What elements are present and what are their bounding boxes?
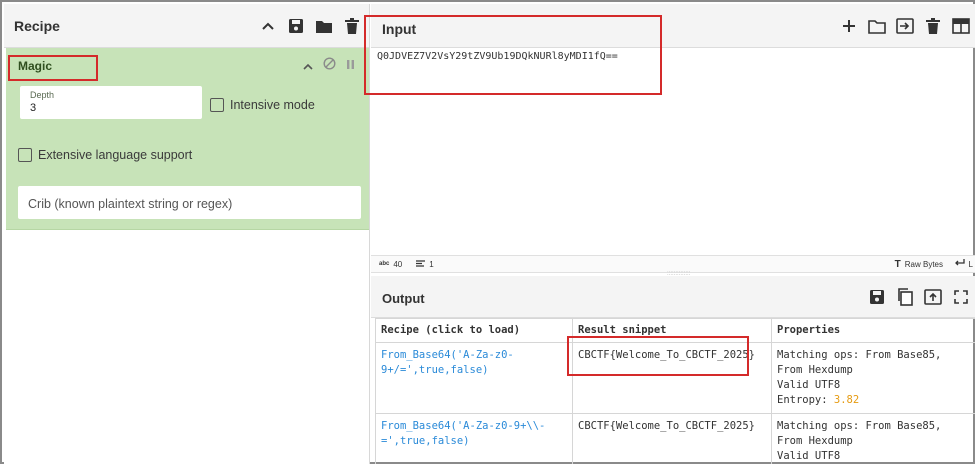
result-snippet: CBCTF{Welcome_To_CBCTF_2025} [572,413,772,464]
recipe-link[interactable]: From_Base64('A-Za-z0- 9+/=',true,false) [375,342,573,414]
extensive-language-label: Extensive language support [38,148,193,162]
io-pane: Input Q0JDVEZ7V2VsY29tZV9Ub19DQkNURl8yMD… [364,4,975,464]
folder-icon[interactable] [315,17,333,35]
line-count: 1 [416,259,434,269]
entropy-line: Entropy: 3.82 [777,393,973,408]
return-icon [954,259,965,269]
recipe-link-line: From_Base64('A-Za-z0-9+\\- [381,420,546,432]
entropy-value: 3.82 [833,394,860,406]
copy-output-icon[interactable] [895,287,915,307]
line-count-value: 1 [429,259,434,269]
text-format-icon: T [894,258,901,270]
property-line: Matching ops: From Base85, [777,349,942,361]
property-line: Valid UTF8 [777,379,841,391]
char-count-value: 40 [393,259,403,269]
trash-icon[interactable] [343,17,361,35]
raw-bytes-selector[interactable]: T Raw Bytes [895,259,943,270]
eol-selector[interactable]: L [954,259,973,269]
intensive-mode-label: Intensive mode [230,98,315,112]
operation-name: Magic [18,59,53,73]
recipe-pane: Recipe Magic Depth 3 Intensive mode Exte… [4,4,370,464]
lines-icon [416,259,426,269]
intensive-mode-checkbox[interactable]: Intensive mode [210,98,315,112]
depth-label: Depth [30,90,55,100]
entropy-label: Entropy: [777,394,834,406]
disable-icon[interactable] [323,57,336,75]
maximize-icon[interactable] [951,287,971,307]
output-title: Output [382,291,425,306]
pause-icon[interactable] [346,57,355,75]
column-header: Recipe (click to load) [375,318,573,343]
recipe-link-line: =',true,false) [381,435,470,447]
property-line: Valid UTF8 [777,450,841,462]
output-header: Output [371,276,975,318]
cyberchef-window: Recipe Magic Depth 3 Intensive mode Exte… [0,0,975,464]
property-line: From Hexdump [777,364,853,376]
collapse-icon[interactable] [259,17,277,35]
clear-input-icon[interactable] [923,16,943,36]
depth-value: 3 [30,102,37,114]
recipe-link[interactable]: From_Base64('A-Za-z0-9+\\- =',true,false… [375,413,573,464]
add-tab-icon[interactable] [839,16,859,36]
checkbox-icon[interactable] [18,148,32,162]
open-folder-icon[interactable] [867,16,887,36]
magic-operation: Magic Depth 3 Intensive mode Extensive l… [6,48,369,230]
input-text-area[interactable]: Q0JDVEZ7V2VsY29tZV9Ub19DQkNURl8yMDI1fQ== [377,51,618,62]
recipe-link-line: From_Base64('A-Za-z0- [381,349,514,361]
property-line: Matching ops: From Base85, [777,420,942,432]
chevron-up-icon[interactable] [303,57,313,75]
recipe-header: Recipe [4,4,369,48]
properties-cell: Matching ops: From Base85, From Hexdump … [771,342,975,414]
table-row: From_Base64('A-Za-z0-9+\\- =',true,false… [375,413,975,464]
crib-input[interactable]: Crib (known plaintext string or regex) [18,186,361,219]
recipe-link-line: 9+/=',true,false) [381,364,489,376]
properties-cell: Matching ops: From Base85, From Hexdump … [771,413,975,464]
open-file-icon[interactable] [895,16,915,36]
extensive-language-checkbox[interactable]: Extensive language support [18,148,192,162]
depth-field[interactable]: Depth 3 [20,86,202,119]
eol-label: L [968,259,973,269]
layout-icon[interactable] [951,16,971,36]
checkbox-icon[interactable] [210,98,224,112]
property-line: From Hexdump [777,435,853,447]
save-icon[interactable] [287,17,305,35]
raw-bytes-label: Raw Bytes [904,259,943,269]
char-count: abc 40 [379,260,402,269]
replace-input-icon[interactable] [923,287,943,307]
recipe-title: Recipe [14,17,60,34]
column-header: Properties [771,318,975,343]
abc-icon: abc [379,261,390,267]
result-highlight-box [567,336,749,376]
save-output-icon[interactable] [867,287,887,307]
